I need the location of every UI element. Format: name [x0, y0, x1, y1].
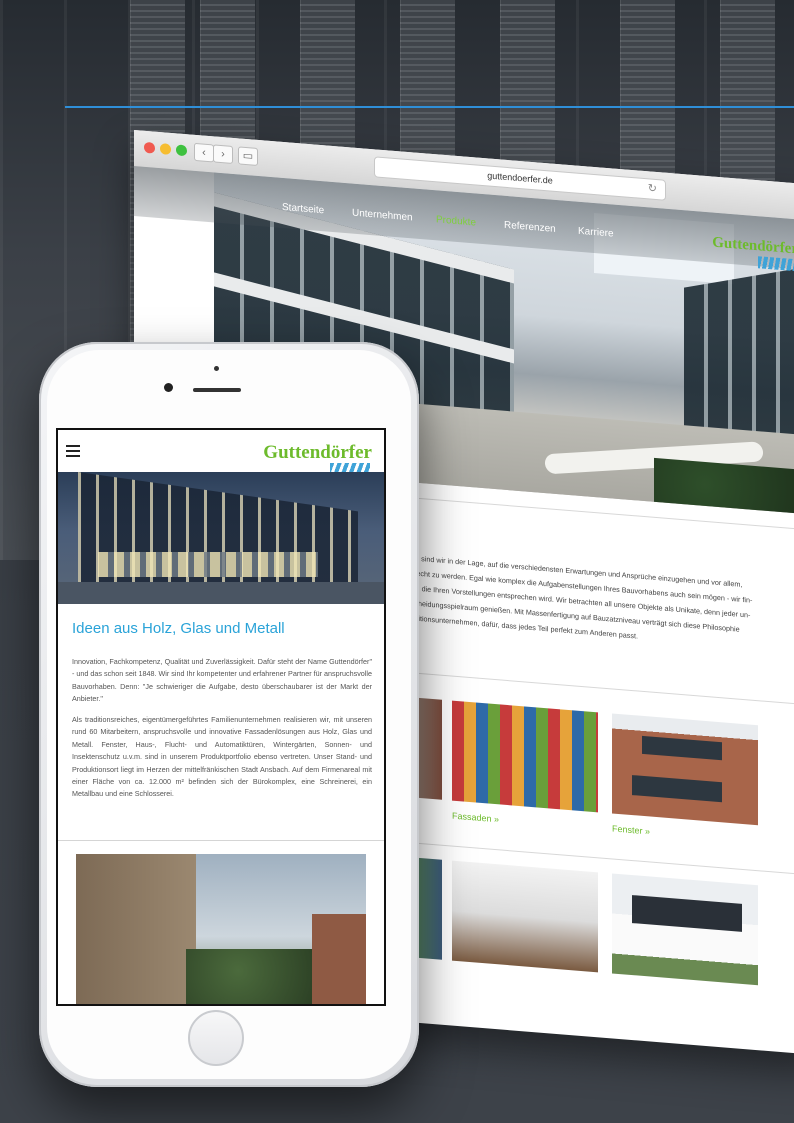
hamburger-menu-icon[interactable]: [66, 445, 80, 457]
forward-arrow-icon[interactable]: ›: [213, 144, 233, 164]
divider: [58, 840, 384, 841]
close-window-icon[interactable]: [144, 141, 155, 154]
site-intro-text: g. Dadurch sind wir in der Lage, auf die…: [384, 548, 794, 657]
product-link-fenster[interactable]: Fenster »: [612, 823, 650, 836]
mobile-paragraph-2: Als traditionsreiches, eigentümergeführt…: [72, 715, 372, 799]
mobile-hero-image: [58, 472, 384, 604]
hero-street: [58, 582, 384, 604]
product-image-wintergarten[interactable]: [452, 860, 598, 973]
nav-unternehmen[interactable]: Unternehmen: [352, 208, 413, 224]
site-logo[interactable]: Guttendörfer: [712, 235, 794, 259]
minimize-window-icon[interactable]: [160, 143, 171, 155]
product-image-sonnenschutz[interactable]: [612, 873, 758, 986]
mobile-screen: Guttendörfer Ideen aus Holz, Glas und Me…: [56, 428, 386, 1006]
photo-building: [312, 914, 366, 1004]
divider: [384, 840, 794, 875]
product-image-fenster[interactable]: [612, 713, 758, 826]
mobile-page-title: Ideen aus Holz, Glas und Metall: [72, 620, 285, 637]
product-link-fassaden[interactable]: Fassaden »: [452, 811, 499, 825]
product-image-fassaden[interactable]: [452, 700, 598, 813]
window-shape: [632, 775, 722, 803]
mobile-paragraph-1: Innovation, Fachkompetenz, Qualität und …: [72, 657, 372, 704]
photo-building: [76, 854, 196, 1004]
nav-produkte[interactable]: Produkte: [436, 214, 476, 228]
phone-speaker: [193, 388, 241, 392]
url-text: guttendoerfer.de: [487, 170, 553, 186]
photo-trees: [186, 949, 316, 1004]
phone-camera-icon: [164, 383, 173, 392]
nav-startseite[interactable]: Startseite: [282, 202, 324, 216]
mobile-building-photo[interactable]: [76, 854, 366, 1004]
nav-referenzen[interactable]: Referenzen: [504, 220, 556, 235]
sidebar-icon[interactable]: ▭: [238, 146, 258, 166]
nav-karriere[interactable]: Karriere: [578, 226, 614, 240]
back-arrow-icon[interactable]: ‹: [194, 142, 214, 163]
reload-icon[interactable]: ↻: [648, 179, 657, 199]
mobile-logo[interactable]: Guttendörfer: [263, 442, 372, 464]
home-button[interactable]: [188, 1010, 244, 1066]
phone-sensor: [214, 366, 219, 371]
window-shape: [642, 735, 722, 761]
maximize-window-icon[interactable]: [176, 144, 187, 157]
window-shape: [632, 895, 742, 932]
hero-plants: [654, 457, 794, 516]
hero-lights: [98, 552, 318, 577]
mobile-header: Guttendörfer: [58, 430, 384, 477]
divider: [384, 670, 794, 705]
accent-line: [65, 106, 794, 108]
